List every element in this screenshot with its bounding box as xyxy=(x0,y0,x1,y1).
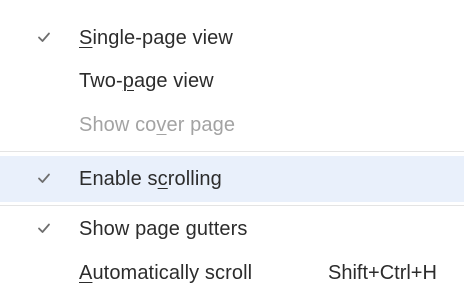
checkmark-icon xyxy=(38,32,50,42)
checkmark-icon xyxy=(38,173,50,183)
page-view-context-menu: Single-page view Two-page view Show cove… xyxy=(0,0,464,308)
menu-divider xyxy=(0,205,464,206)
menu-item-label: Show page gutters xyxy=(79,218,248,240)
keyboard-shortcut: Shift+Ctrl+H xyxy=(328,262,437,284)
menu-item-label: Enable scrolling xyxy=(79,168,222,190)
menu-item-label: Single-page view xyxy=(79,27,233,49)
checkmark-icon xyxy=(38,223,50,233)
menu-item-two-page-view[interactable]: Two-page view xyxy=(0,64,464,98)
menu-item-label: Automatically scroll xyxy=(79,262,253,284)
menu-item-enable-scrolling[interactable]: Enable scrolling xyxy=(0,156,464,202)
menu-item-show-cover-page[interactable]: Show cover page xyxy=(0,108,464,142)
menu-item-show-page-gutters[interactable]: Show page gutters xyxy=(0,212,464,246)
menu-divider xyxy=(0,151,464,152)
menu-item-automatically-scroll[interactable]: Automatically scroll Shift+Ctrl+H xyxy=(0,256,464,290)
menu-item-single-page-view[interactable]: Single-page view xyxy=(0,21,464,55)
menu-item-label: Show cover page xyxy=(79,114,236,136)
menu-item-label: Two-page view xyxy=(79,70,214,92)
